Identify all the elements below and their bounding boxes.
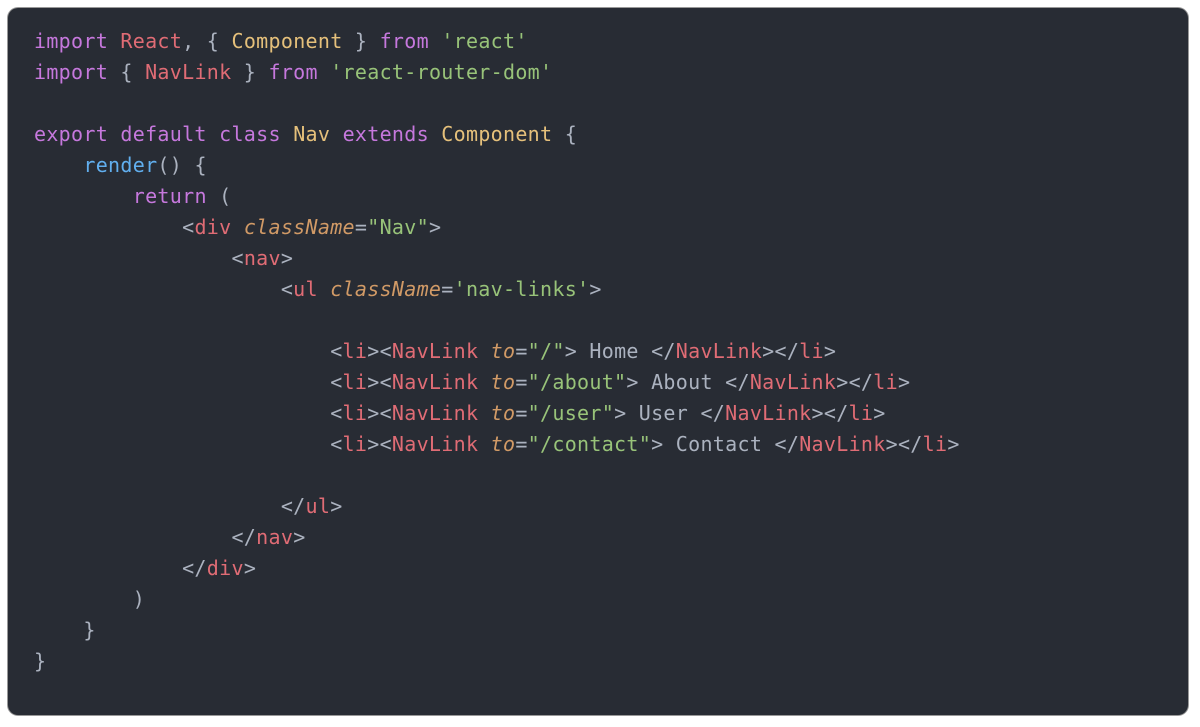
kw-return: return xyxy=(133,184,207,208)
id-component: Component xyxy=(441,122,552,146)
gt: > xyxy=(293,525,305,549)
id-component: Component xyxy=(231,29,342,53)
gt: > xyxy=(281,246,293,270)
rbrace: } xyxy=(343,29,368,53)
tag-nav: nav xyxy=(256,525,293,549)
lt: < xyxy=(281,277,293,301)
code-line-6: return ( xyxy=(34,184,231,208)
sp xyxy=(231,215,243,239)
lbrace: { xyxy=(207,29,232,53)
indent xyxy=(34,277,281,301)
code-line-19: } xyxy=(34,618,96,642)
code-line-1: import React, { Component } from 'react' xyxy=(34,29,528,53)
kw-default: default xyxy=(120,122,206,146)
tag-ul: ul xyxy=(293,277,318,301)
comma: , xyxy=(182,29,207,53)
indent xyxy=(34,153,83,177)
close: </ xyxy=(231,525,256,549)
eq: = xyxy=(355,215,367,239)
indent xyxy=(34,246,231,270)
str-navlinks: 'nav-links' xyxy=(454,277,590,301)
kw-import: import xyxy=(34,29,108,53)
parens: () xyxy=(157,153,182,177)
kw-export: export xyxy=(34,122,108,146)
code-line-16: </nav> xyxy=(34,525,306,549)
rbrace: } xyxy=(231,60,256,84)
tag-div: div xyxy=(207,556,244,580)
lparen: ( xyxy=(207,184,232,208)
tag-nav: nav xyxy=(244,246,281,270)
lt: < xyxy=(231,246,243,270)
indent xyxy=(34,215,182,239)
id-navlink: NavLink xyxy=(145,60,231,84)
code-line-20: } xyxy=(34,649,46,673)
str-react: 'react' xyxy=(441,29,527,53)
close: </ xyxy=(281,494,306,518)
attr-classname: className xyxy=(330,277,441,301)
tag-div: div xyxy=(194,215,231,239)
kw-extends: extends xyxy=(343,122,429,146)
indent xyxy=(34,587,133,611)
code-line-15: </ul> xyxy=(34,494,343,518)
code-block: import React, { Component } from 'react'… xyxy=(8,8,1188,715)
kw-class: class xyxy=(219,122,281,146)
code-line-5: render() { xyxy=(34,153,207,177)
fn-render: render xyxy=(83,153,157,177)
code-line-9: <ul className='nav-links'> xyxy=(34,277,602,301)
attr-classname: className xyxy=(244,215,355,239)
indent xyxy=(34,556,182,580)
rbrace: } xyxy=(34,649,46,673)
code-line-7: <div className="Nav"> xyxy=(34,215,441,239)
gt: > xyxy=(589,277,601,301)
indent xyxy=(34,184,133,208)
lt: < xyxy=(182,215,194,239)
sp xyxy=(318,277,330,301)
code-line-4: export default class Nav extends Compone… xyxy=(34,122,577,146)
code-line-18: ) xyxy=(34,587,145,611)
indent xyxy=(34,494,281,518)
kw-from: from xyxy=(380,29,429,53)
indent xyxy=(34,618,83,642)
close: </ xyxy=(182,556,207,580)
lbrace: { xyxy=(120,60,145,84)
code-line-8: <nav> xyxy=(34,246,293,270)
str-router: 'react-router-dom' xyxy=(330,60,552,84)
lbrace: { xyxy=(182,153,207,177)
str-nav: "Nav" xyxy=(367,215,429,239)
id-react: React xyxy=(120,29,182,53)
gt: > xyxy=(330,494,342,518)
kw-from: from xyxy=(269,60,318,84)
lbrace: { xyxy=(565,122,577,146)
tag-ul: ul xyxy=(306,494,331,518)
indent xyxy=(34,525,231,549)
code-line-17: </div> xyxy=(34,556,256,580)
gt: > xyxy=(244,556,256,580)
eq: = xyxy=(441,277,453,301)
rparen: ) xyxy=(133,587,145,611)
gt: > xyxy=(429,215,441,239)
nav-items: <li><NavLink to="/"> Home </NavLink></li… xyxy=(34,339,960,456)
rbrace: } xyxy=(83,618,95,642)
code-line-2: import { NavLink } from 'react-router-do… xyxy=(34,60,552,84)
kw-import: import xyxy=(34,60,108,84)
id-nav: Nav xyxy=(293,122,330,146)
